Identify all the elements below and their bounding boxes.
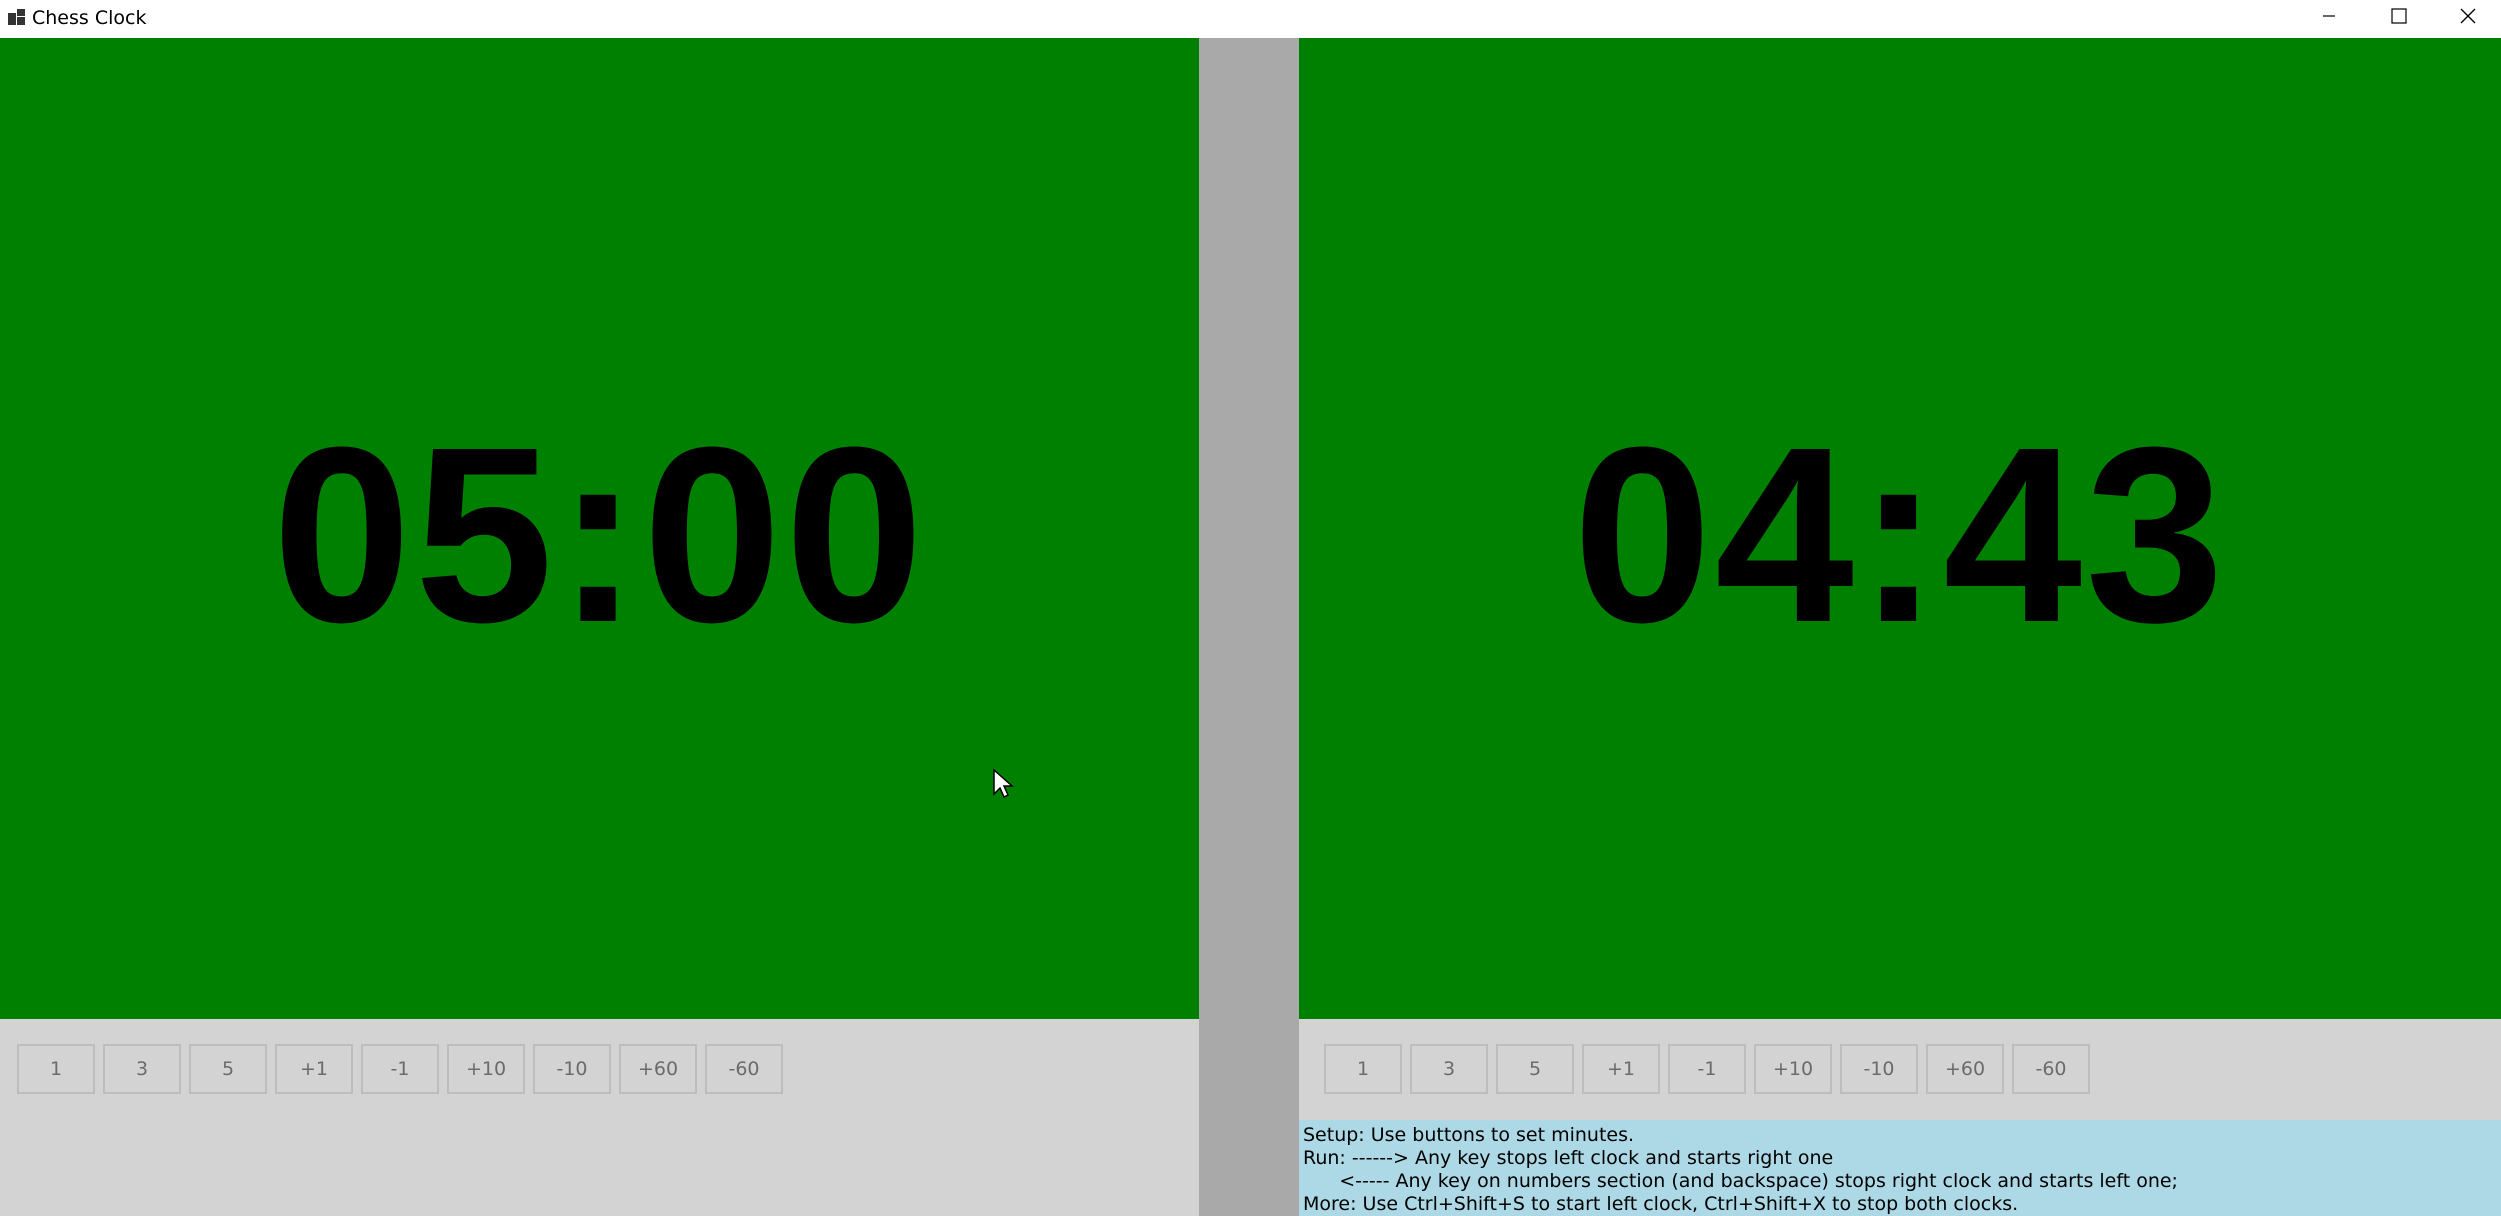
right-set-3-button[interactable]: 3 — [1410, 1044, 1488, 1094]
left-minus-1-button[interactable]: -1 — [361, 1044, 439, 1094]
right-set-1-button[interactable]: 1 — [1324, 1044, 1402, 1094]
right-clock-panel: 04:43 Setup: Use buttons to set minutes.… — [1299, 38, 2501, 1216]
maximize-button[interactable] — [2364, 0, 2434, 36]
left-clock-face[interactable]: 05:00 — [0, 38, 1199, 1019]
left-clock-time: 05:00 — [272, 395, 927, 674]
title-bar: Chess Clock — [0, 0, 2501, 38]
help-text: Setup: Use buttons to set minutes. Run: … — [1299, 1120, 2501, 1216]
right-plus-60-button[interactable]: +60 — [1926, 1044, 2004, 1094]
left-plus-10-button[interactable]: +10 — [447, 1044, 525, 1094]
window-title: Chess Clock — [32, 7, 147, 29]
minimize-icon — [2321, 8, 2337, 29]
right-minus-10-button[interactable]: -10 — [1840, 1044, 1918, 1094]
mouse-pointer-icon — [992, 768, 1016, 800]
close-icon — [2459, 7, 2477, 30]
help-line-run: Run: ------> Any key stops left clock an… — [1303, 1147, 1834, 1169]
help-line-more: More: Use Ctrl+Shift+S to start left clo… — [1303, 1193, 2019, 1215]
left-set-1-button[interactable]: 1 — [17, 1044, 95, 1094]
left-plus-1-button[interactable]: +1 — [275, 1044, 353, 1094]
help-line-run-reverse: <----- Any key on numbers section (and b… — [1303, 1170, 2178, 1192]
minimize-button[interactable] — [2294, 0, 2364, 36]
right-minute-buttons: 1 3 5 +1 -1 +10 -10 +60 -60 — [1324, 1044, 2098, 1094]
right-clock-time: 04:43 — [1572, 395, 2228, 674]
left-minus-60-button[interactable]: -60 — [705, 1044, 783, 1094]
left-minute-buttons: 1 3 5 +1 -1 +10 -10 +60 -60 — [17, 1044, 791, 1094]
close-button[interactable] — [2434, 0, 2501, 36]
left-clock-panel: 05:00 — [0, 38, 1199, 1216]
help-line-setup: Setup: Use buttons to set minutes. — [1303, 1124, 1635, 1146]
right-minus-60-button[interactable]: -60 — [2012, 1044, 2090, 1094]
right-minus-1-button[interactable]: -1 — [1668, 1044, 1746, 1094]
center-divider — [1199, 38, 1299, 1216]
right-plus-1-button[interactable]: +1 — [1582, 1044, 1660, 1094]
left-minus-10-button[interactable]: -10 — [533, 1044, 611, 1094]
left-set-3-button[interactable]: 3 — [103, 1044, 181, 1094]
right-set-5-button[interactable]: 5 — [1496, 1044, 1574, 1094]
right-plus-10-button[interactable]: +10 — [1754, 1044, 1832, 1094]
left-set-5-button[interactable]: 5 — [189, 1044, 267, 1094]
app-icon — [7, 7, 27, 27]
maximize-icon — [2390, 7, 2408, 30]
left-plus-60-button[interactable]: +60 — [619, 1044, 697, 1094]
right-clock-face[interactable]: 04:43 — [1299, 38, 2501, 1019]
